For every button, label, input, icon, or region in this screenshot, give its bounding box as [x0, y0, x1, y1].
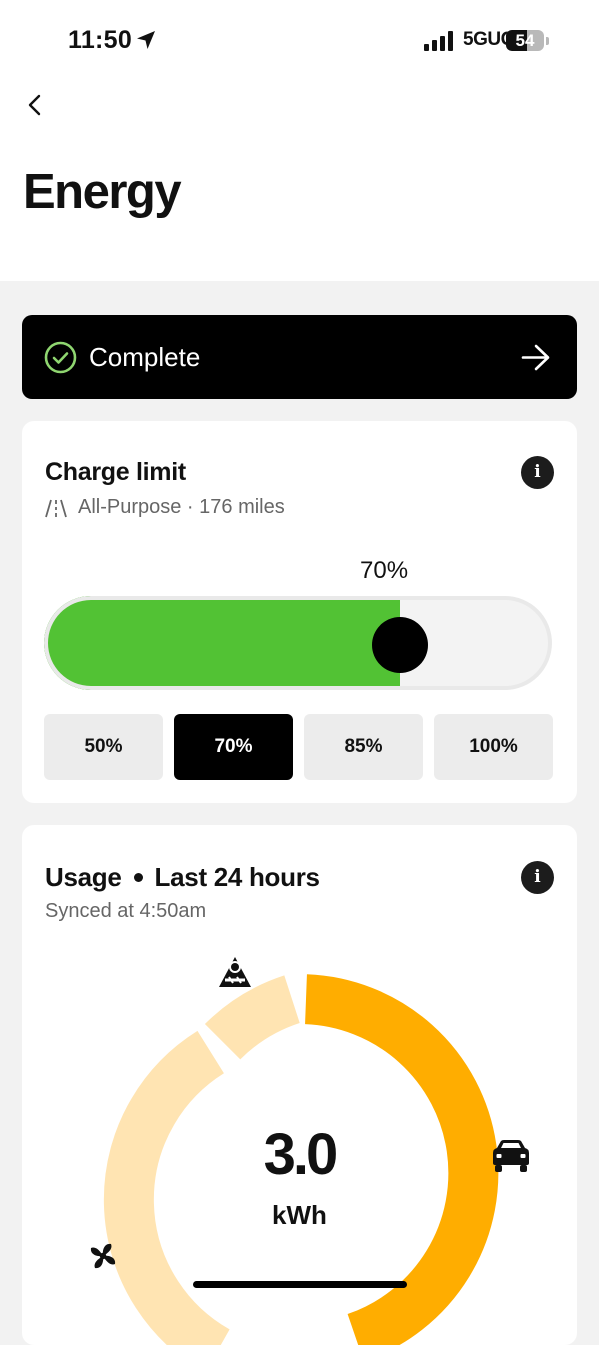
usage-total-value: 3.0 — [263, 1122, 339, 1187]
camp-icon — [219, 957, 251, 987]
charge-limit-presets: 50% 70% 85% 100% — [44, 714, 554, 780]
battery-tip — [546, 37, 549, 45]
status-bar: 11:50 5GUC 54 — [0, 0, 599, 80]
slider-track-outline — [44, 596, 552, 690]
charge-limit-slider[interactable] — [44, 596, 552, 690]
home-indicator — [193, 1281, 407, 1288]
back-chevron-icon[interactable] — [20, 90, 50, 120]
preset-50-button[interactable]: 50% — [44, 714, 163, 780]
top-header-area: 11:50 5GUC 54 Energy — [0, 0, 599, 281]
check-circle-icon — [44, 341, 77, 374]
preset-100-button[interactable]: 100% — [434, 714, 553, 780]
charge-limit-info-icon[interactable]: i — [521, 456, 554, 489]
charge-status-banner[interactable]: Complete — [22, 315, 577, 399]
usage-card: Usage Last 24 hours i Synced at 4:50am 3… — [22, 825, 577, 1345]
charge-limit-subtitle: All-Purpose · 176 miles — [78, 496, 285, 518]
preset-70-button[interactable]: 70% — [174, 714, 293, 780]
battery-percent: 54 — [515, 31, 535, 50]
preset-85-button[interactable]: 85% — [304, 714, 423, 780]
usage-total-unit: kWh — [272, 1200, 327, 1230]
charge-limit-title: Charge limit — [45, 458, 186, 486]
charge-status-label: Complete — [89, 342, 201, 372]
location-arrow-icon — [137, 31, 155, 49]
charge-limit-value: 70% — [360, 557, 409, 584]
usage-segment-secondary — [103, 1030, 230, 1345]
charge-limit-card: Charge limit i All-Purpose · 176 miles 7… — [22, 421, 577, 803]
status-time: 11:50 — [68, 26, 133, 54]
arrow-right-icon — [521, 344, 550, 371]
page-title: Energy — [23, 165, 182, 219]
usage-donut-chart — [90, 957, 529, 1345]
cellular-signal-icon — [424, 31, 454, 51]
road-icon — [45, 499, 67, 518]
usage-segment-tertiary — [204, 975, 301, 1060]
charge-limit-slider-knob[interactable] — [371, 617, 428, 673]
battery-icon: 54 — [506, 30, 544, 51]
